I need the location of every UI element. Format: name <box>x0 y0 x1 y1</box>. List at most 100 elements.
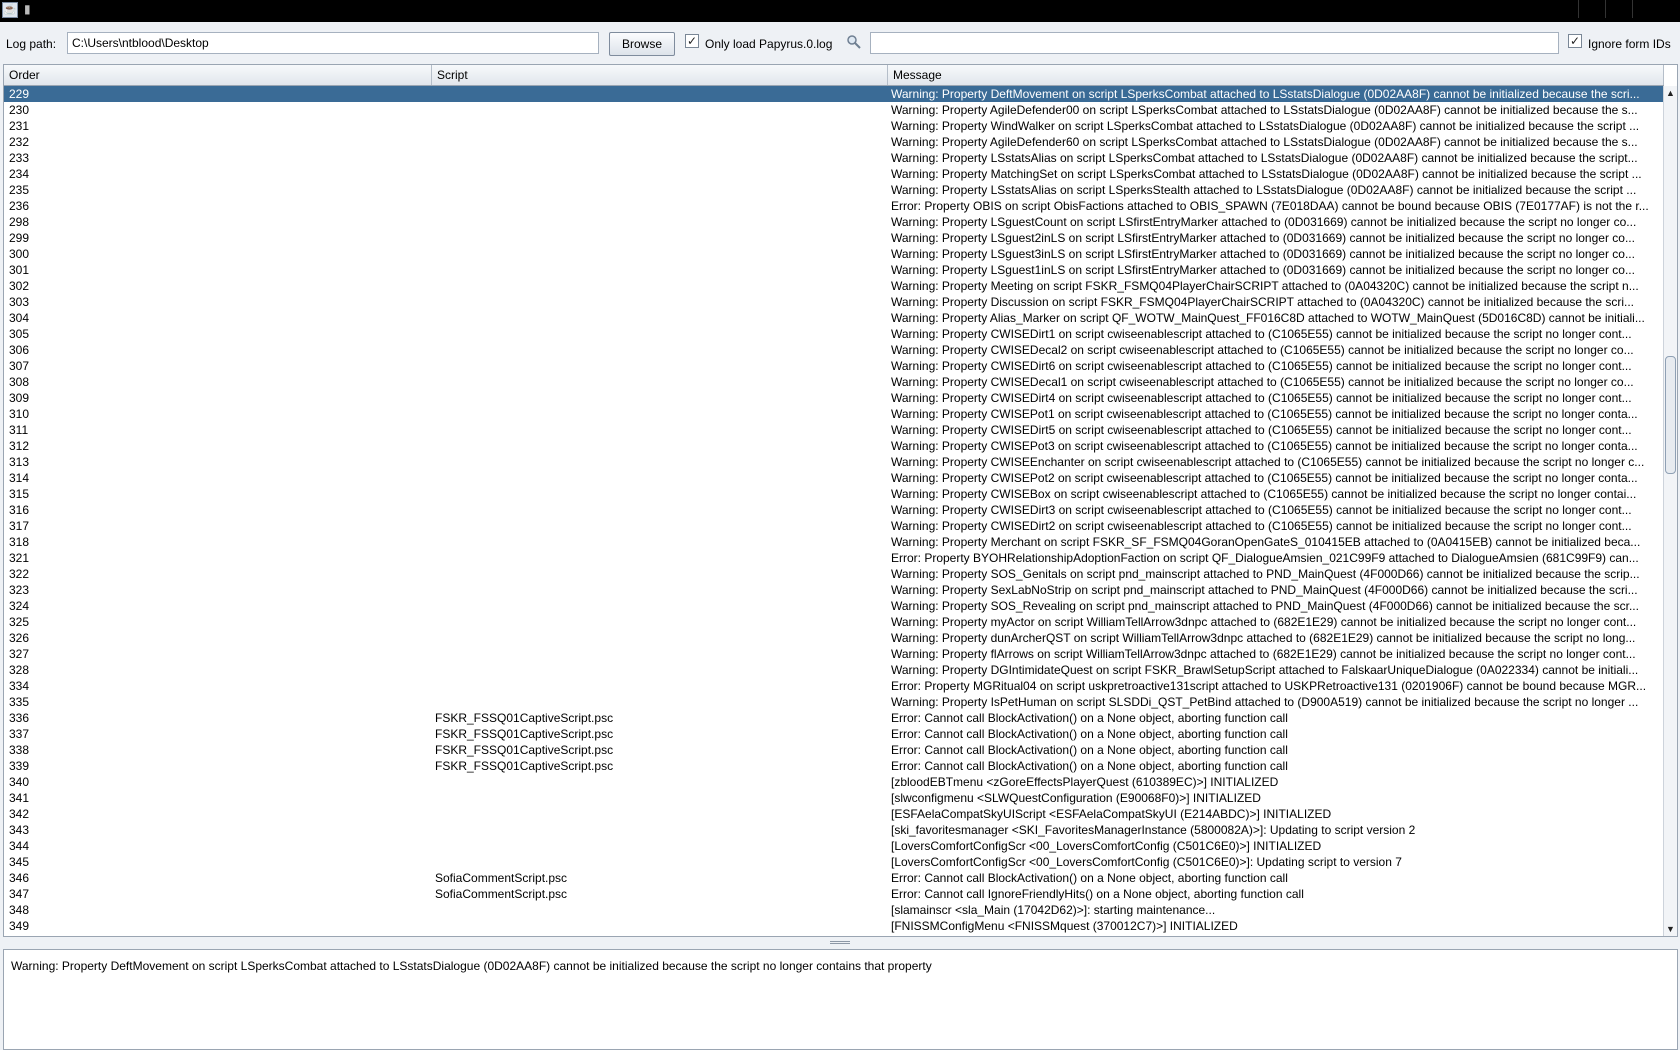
message-cell: [LoversComfortConfigScr <00_LoversComfor… <box>891 839 1322 853</box>
message-cell: Warning: Property Merchant on script FSK… <box>891 535 1641 549</box>
table-row[interactable]: 311 Warning: Property CWISEDirt5 on scrip… <box>4 422 1664 438</box>
table-row[interactable]: 335 Warning: Property IsPetHuman on scrip… <box>4 694 1664 710</box>
minimize-button[interactable] <box>1578 0 1605 18</box>
table-row[interactable]: 304 Warning: Property Alias_Marker on scr… <box>4 310 1664 326</box>
column-header-script[interactable]: Script <box>432 65 888 85</box>
scrollbar-thumb[interactable] <box>1665 356 1676 474</box>
table-row[interactable]: 312 Warning: Property CWISEPot3 on script… <box>4 438 1664 454</box>
table-row[interactable]: 301 Warning: Property LSguest1inLS on scr… <box>4 262 1664 278</box>
order-cell: 313 <box>9 455 30 469</box>
table-row[interactable]: 347 SofiaCommentScript.psc Error: Cannot c… <box>4 886 1664 902</box>
table-row[interactable]: 348 [slamainscr <sla_Main (17042D62)>]: s… <box>4 902 1664 918</box>
table-body: 229 Warning: Property DeftMovement on scr… <box>4 86 1664 934</box>
maximize-button[interactable] <box>1605 0 1632 18</box>
split-pane-divider[interactable] <box>0 937 1680 949</box>
table-row[interactable]: 235 Warning: Property LSstatsAlias on scr… <box>4 182 1664 198</box>
script-cell <box>435 582 885 598</box>
table-row[interactable]: 321 Error: Property BYOHRelationshipAdopt… <box>4 550 1664 566</box>
table-row[interactable]: 317 Warning: Property CWISEDirt2 on scrip… <box>4 518 1664 534</box>
scroll-up-arrow-icon[interactable]: ▲ <box>1664 86 1677 100</box>
table-row[interactable]: 229 Warning: Property DeftMovement on scr… <box>4 86 1664 102</box>
order-cell: 340 <box>9 775 30 789</box>
table-row[interactable]: 340 [zbloodEBTmenu <zGoreEffectsPlayerQue… <box>4 774 1664 790</box>
table-row[interactable]: 337 FSKR_FSSQ01CaptiveScript.psc Error: Ca… <box>4 726 1664 742</box>
order-cell: 342 <box>9 807 30 821</box>
script-cell <box>435 630 885 646</box>
ignore-form-ids-checkbox[interactable]: ✓ <box>1568 34 1582 48</box>
script-cell <box>435 182 885 198</box>
script-cell <box>435 294 885 310</box>
table-row[interactable]: 338 FSKR_FSSQ01CaptiveScript.psc Error: Ca… <box>4 742 1664 758</box>
table-row[interactable]: 300 Warning: Property LSguest3inLS on scr… <box>4 246 1664 262</box>
order-cell: 300 <box>9 247 30 261</box>
table-row[interactable]: 334 Error: Property MGRitual04 on script … <box>4 678 1664 694</box>
table-row[interactable]: 230 Warning: Property AgileDefender00 on … <box>4 102 1664 118</box>
column-header-order[interactable]: Order <box>4 65 432 85</box>
table-row[interactable]: 236 Error: Property OBIS on script ObisFa… <box>4 198 1664 214</box>
table-row[interactable]: 306 Warning: Property CWISEDecal2 on scri… <box>4 342 1664 358</box>
table-row[interactable]: 323 Warning: Property SexLabNoStrip on sc… <box>4 582 1664 598</box>
table-row[interactable]: 339 FSKR_FSSQ01CaptiveScript.psc Error: Ca… <box>4 758 1664 774</box>
table-row[interactable]: 349 [FNISSMConfigMenu <FNISSMquest (37001… <box>4 918 1664 934</box>
scroll-down-arrow-icon[interactable]: ▼ <box>1664 922 1677 936</box>
table-row[interactable]: 324 Warning: Property SOS_Revealing on sc… <box>4 598 1664 614</box>
table-row[interactable]: 308 Warning: Property CWISEDecal1 on scri… <box>4 374 1664 390</box>
table-row[interactable]: 305 Warning: Property CWISEDirt1 on scrip… <box>4 326 1664 342</box>
table-row[interactable]: 344 [LoversComfortConfigScr <00_LoversCom… <box>4 838 1664 854</box>
log-path-input[interactable] <box>67 32 599 54</box>
table-row[interactable]: 346 SofiaCommentScript.psc Error: Cannot c… <box>4 870 1664 886</box>
message-cell: [LoversComfortConfigScr <00_LoversComfor… <box>891 855 1402 869</box>
table-row[interactable]: 310 Warning: Property CWISEPot1 on script… <box>4 406 1664 422</box>
only-load-checkbox[interactable]: ✓ <box>685 34 699 48</box>
table-row[interactable]: 336 FSKR_FSSQ01CaptiveScript.psc Error: Ca… <box>4 710 1664 726</box>
table-row[interactable]: 328 Warning: Property DGIntimidateQuest o… <box>4 662 1664 678</box>
browse-button[interactable]: Browse <box>609 32 675 56</box>
table-row[interactable]: 315 Warning: Property CWISEBox on script … <box>4 486 1664 502</box>
message-cell: Warning: Property LSguest1inLS on script… <box>891 263 1635 277</box>
table-row[interactable]: 316 Warning: Property CWISEDirt3 on scrip… <box>4 502 1664 518</box>
java-icon[interactable]: ☕ <box>2 2 18 18</box>
table-row[interactable]: 234 Warning: Property MatchingSet on scri… <box>4 166 1664 182</box>
table-row[interactable]: 303 Warning: Property Discussion on scrip… <box>4 294 1664 310</box>
table-row[interactable]: 309 Warning: Property CWISEDirt4 on scrip… <box>4 390 1664 406</box>
vertical-scrollbar[interactable]: ▲ ▼ <box>1663 86 1677 936</box>
script-cell <box>435 358 885 374</box>
script-cell <box>435 822 885 838</box>
script-cell: SofiaCommentScript.psc <box>435 887 568 901</box>
script-cell <box>435 246 885 262</box>
message-cell: Warning: Property SOS_Revealing on scrip… <box>891 599 1639 613</box>
table-row[interactable]: 318 Warning: Property Merchant on script … <box>4 534 1664 550</box>
message-cell: Error: Cannot call BlockActivation() on … <box>891 759 1288 773</box>
message-cell: Warning: Property LSstatsAlias on script… <box>891 183 1637 197</box>
message-cell: Warning: Property CWISEDecal1 on script … <box>891 375 1634 389</box>
table-row[interactable]: 327 Warning: Property flArrows on script … <box>4 646 1664 662</box>
table-row[interactable]: 341 [slwconfigmenu <SLWQuestConfiguration… <box>4 790 1664 806</box>
table-row[interactable]: 342 [ESFAelaCompatSkyUIScript <ESFAelaCom… <box>4 806 1664 822</box>
script-cell <box>435 134 885 150</box>
title-bar: ☕ ▮ <box>0 0 1680 22</box>
table-row[interactable]: 307 Warning: Property CWISEDirt6 on scrip… <box>4 358 1664 374</box>
table-row[interactable]: 233 Warning: Property LSstatsAlias on scr… <box>4 150 1664 166</box>
order-cell: 301 <box>9 263 30 277</box>
table-row[interactable]: 322 Warning: Property SOS_Genitals on scr… <box>4 566 1664 582</box>
column-header-message[interactable]: Message <box>888 65 1664 85</box>
table-row[interactable]: 343 [ski_favoritesmanager <SKI_FavoritesM… <box>4 822 1664 838</box>
script-cell <box>435 518 885 534</box>
table-row[interactable]: 231 Warning: Property WindWalker on scrip… <box>4 118 1664 134</box>
order-cell: 307 <box>9 359 30 373</box>
table-row[interactable]: 325 Warning: Property myActor on script W… <box>4 614 1664 630</box>
table-row[interactable]: 313 Warning: Property CWISEEnchanter on s… <box>4 454 1664 470</box>
order-cell: 231 <box>9 119 30 133</box>
order-cell: 299 <box>9 231 30 245</box>
message-cell: Warning: Property DGIntimidateQuest on s… <box>891 663 1639 677</box>
table-row[interactable]: 326 Warning: Property dunArcherQST on scr… <box>4 630 1664 646</box>
table-row[interactable]: 314 Warning: Property CWISEPot2 on script… <box>4 470 1664 486</box>
table-row[interactable]: 299 Warning: Property LSguest2inLS on scr… <box>4 230 1664 246</box>
search-input[interactable] <box>870 32 1559 54</box>
close-button[interactable] <box>1632 0 1680 18</box>
table-row[interactable]: 302 Warning: Property Meeting on script F… <box>4 278 1664 294</box>
table-row[interactable]: 298 Warning: Property LSguestCount on scr… <box>4 214 1664 230</box>
table-row[interactable]: 232 Warning: Property AgileDefender60 on … <box>4 134 1664 150</box>
order-cell: 344 <box>9 839 30 853</box>
table-row[interactable]: 345 [LoversComfortConfigScr <00_LoversCom… <box>4 854 1664 870</box>
